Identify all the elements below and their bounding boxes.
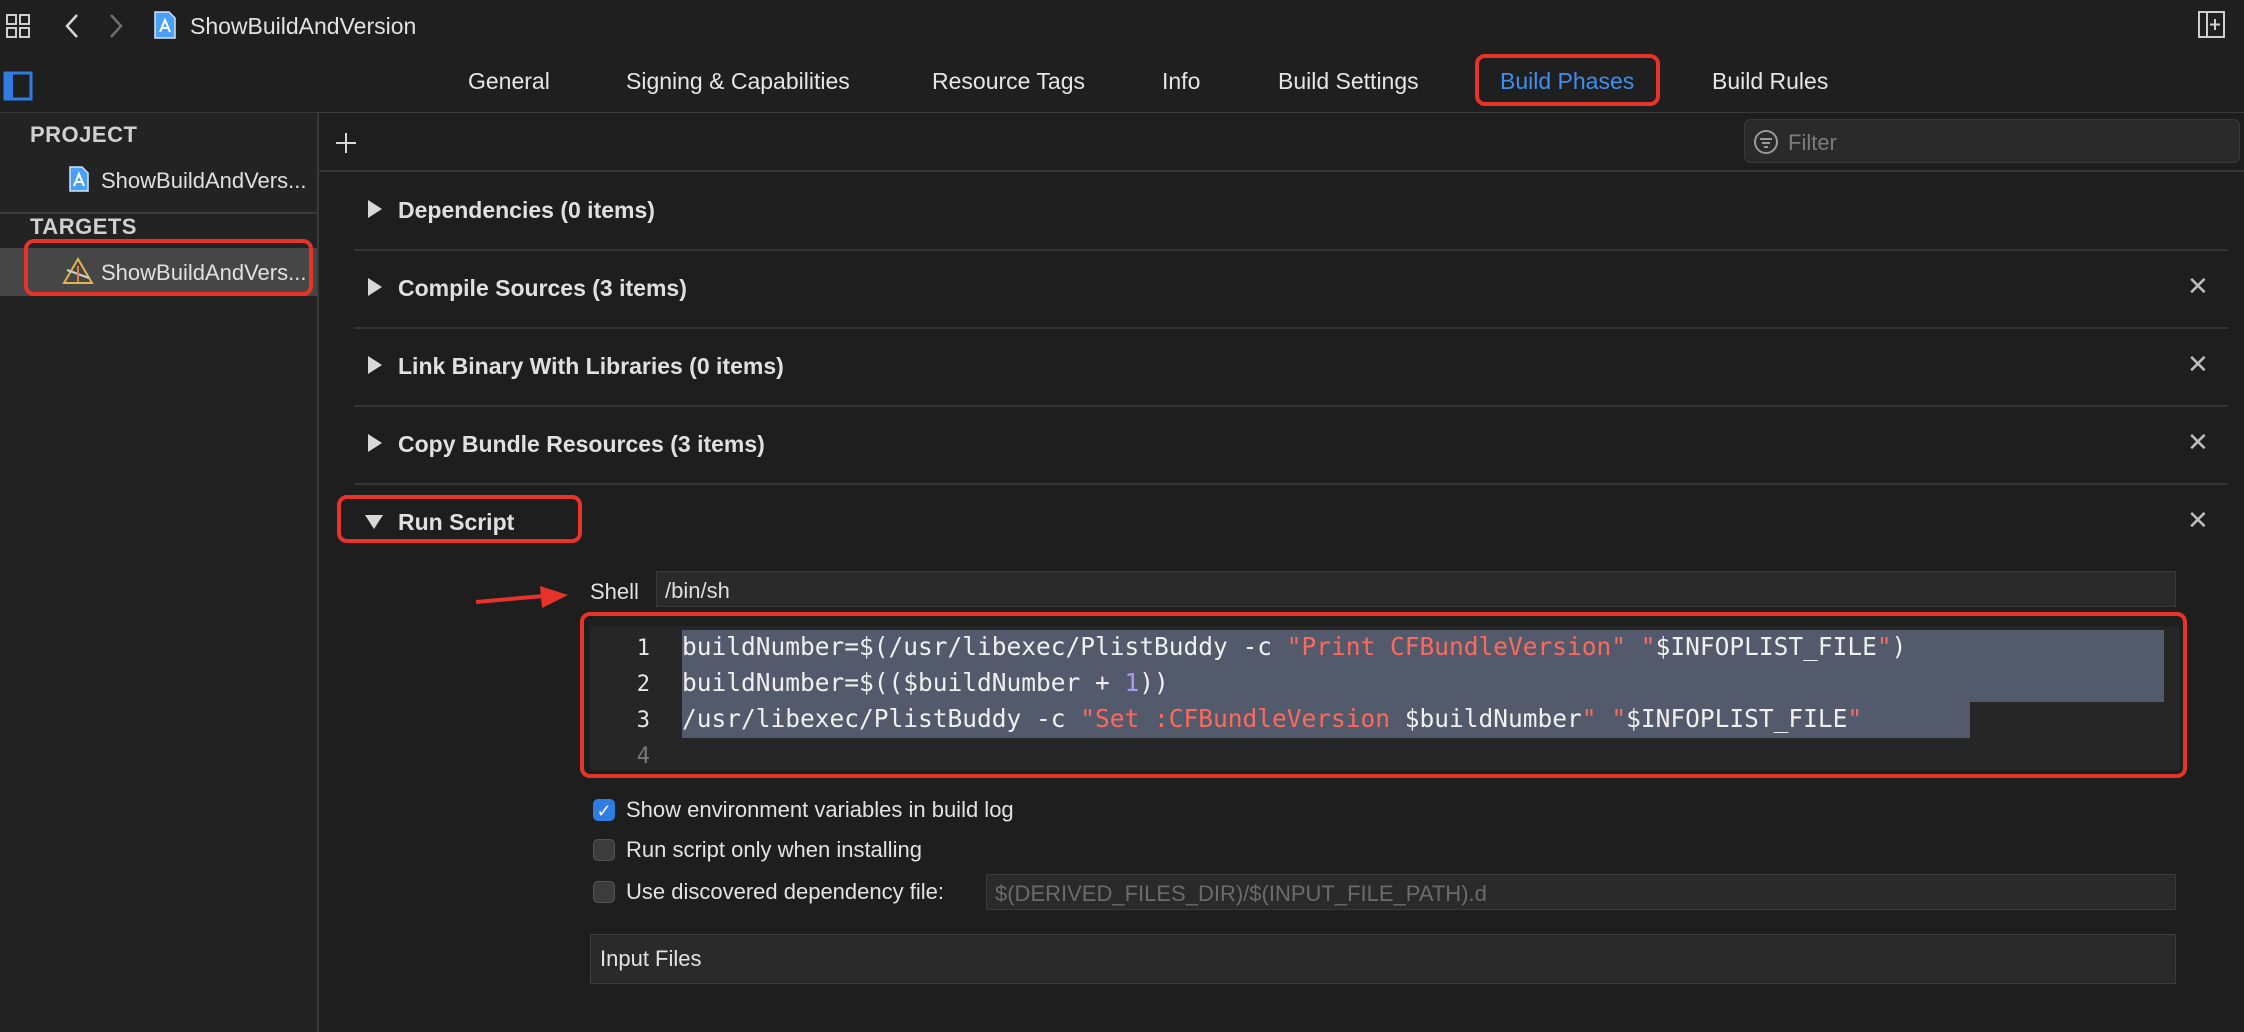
annotation-box-script <box>580 612 2187 778</box>
annotation-box-build-phases <box>1475 54 1660 106</box>
close-icon[interactable]: ✕ <box>2187 273 2209 299</box>
checkbox-show-env[interactable]: ✓ <box>593 799 615 821</box>
option-label: Use discovered dependency file: <box>626 879 944 904</box>
input-files-label: Input Files <box>600 946 702 971</box>
annotation-box-target <box>24 239 313 296</box>
close-icon[interactable]: ✕ <box>2187 351 2209 377</box>
phase-label-copy-bundle: Copy Bundle Resources (3 items) <box>398 431 765 457</box>
filter-icon <box>1754 130 1778 154</box>
disclosure-triangle-icon[interactable] <box>368 200 382 218</box>
project-file-icon <box>69 166 89 192</box>
annotation-box-run-script <box>337 495 582 543</box>
disclosure-triangle-icon[interactable] <box>368 434 382 452</box>
option-label: Run script only when installing <box>626 837 922 862</box>
disclosure-triangle-icon[interactable] <box>368 356 382 374</box>
shell-field[interactable]: /bin/sh <box>656 571 2176 607</box>
sidebar-toggle-icon[interactable] <box>3 71 33 101</box>
checkbox-run-only-installing[interactable] <box>593 839 615 861</box>
checkbox-dependency-file[interactable] <box>593 881 615 903</box>
phase-label-link-binary: Link Binary With Libraries (0 items) <box>398 353 784 379</box>
back-chevron-icon[interactable] <box>62 12 82 40</box>
close-icon[interactable]: ✕ <box>2187 429 2209 455</box>
filter-placeholder: Filter <box>1788 130 1837 155</box>
tab-resource-tags[interactable]: Resource Tags <box>932 68 1085 95</box>
phase-label-compile-sources: Compile Sources (3 items) <box>398 275 687 301</box>
add-editor-icon[interactable] <box>2197 10 2227 40</box>
sidebar-item-project[interactable]: ShowBuildAndVers... <box>101 168 306 194</box>
shell-label: Shell <box>590 579 639 604</box>
dependency-file-field[interactable]: $(DERIVED_FILES_DIR)/$(INPUT_FILE_PATH).… <box>986 874 2176 910</box>
tab-info[interactable]: Info <box>1162 68 1200 95</box>
input-files-header[interactable] <box>590 934 2176 984</box>
option-label: Show environment variables in build log <box>626 797 1014 822</box>
tab-signing-capabilities[interactable]: Signing & Capabilities <box>626 68 850 95</box>
grid-icon[interactable] <box>5 13 33 41</box>
add-icon[interactable] <box>334 131 358 155</box>
forward-chevron-icon[interactable] <box>106 12 126 40</box>
annotation-arrow-icon <box>475 586 568 608</box>
tab-build-settings[interactable]: Build Settings <box>1278 68 1419 95</box>
disclosure-triangle-icon[interactable] <box>368 278 382 296</box>
close-icon[interactable]: ✕ <box>2187 507 2209 533</box>
project-file-icon <box>154 11 176 39</box>
phase-label-dependencies: Dependencies (0 items) <box>398 197 655 223</box>
tab-build-rules[interactable]: Build Rules <box>1712 68 1828 95</box>
project-header: PROJECT <box>30 122 138 147</box>
targets-header: TARGETS <box>30 214 137 239</box>
tab-general[interactable]: General <box>468 68 550 95</box>
window-title: ShowBuildAndVersion <box>190 13 417 39</box>
